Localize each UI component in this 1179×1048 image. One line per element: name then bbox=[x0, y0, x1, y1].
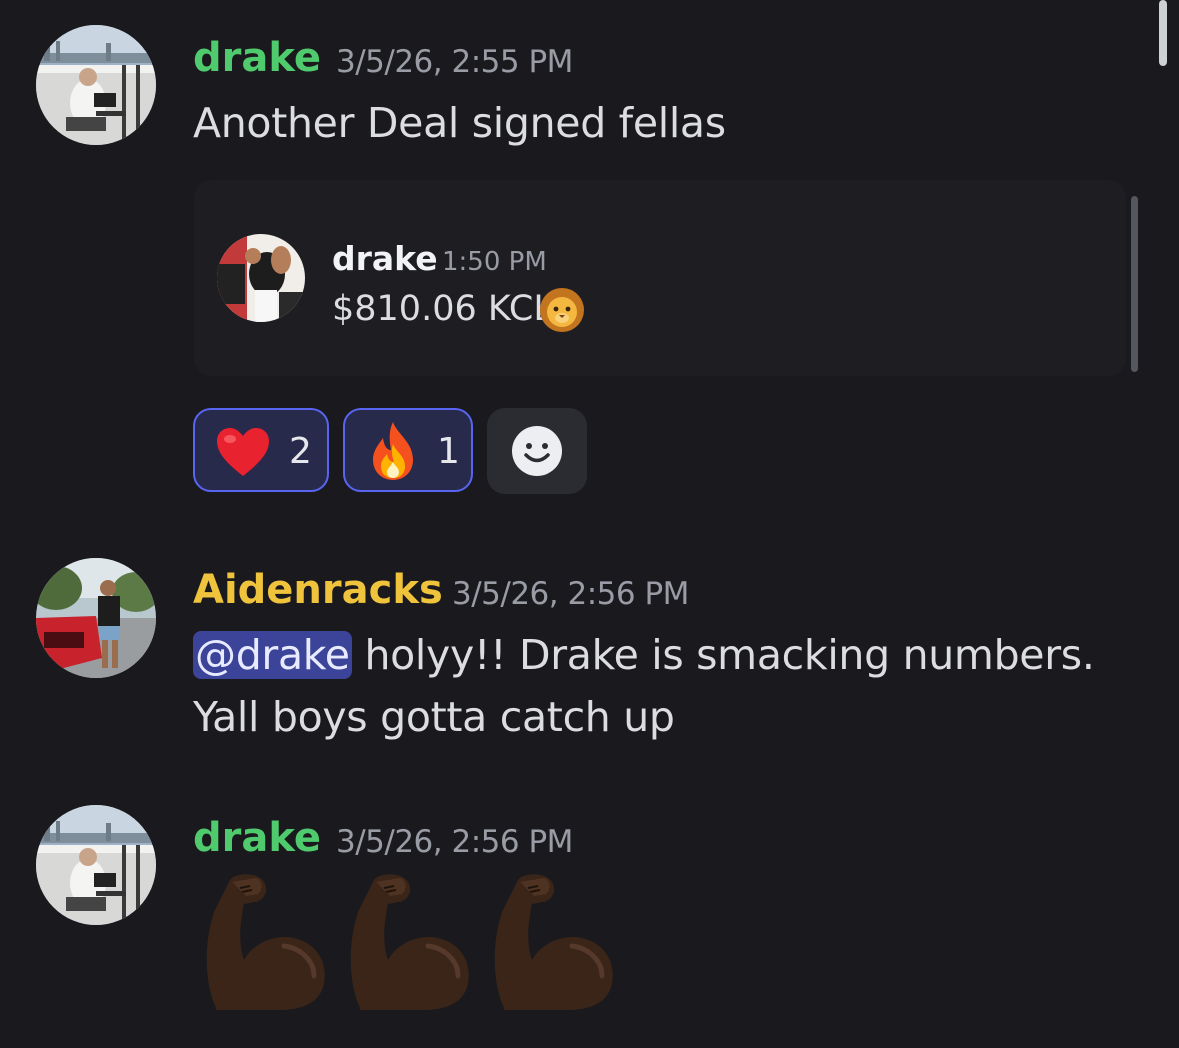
chat-message-list: drake 3/5/26, 2:55 PM Another Deal signe… bbox=[0, 0, 1179, 1048]
reaction-count: 1 bbox=[437, 431, 460, 472]
lion-face-icon bbox=[538, 286, 586, 334]
reaction-heart[interactable]: 2 bbox=[193, 408, 329, 492]
avatar-aidenracks[interactable] bbox=[36, 558, 156, 678]
flexed-biceps-icon bbox=[340, 872, 476, 1016]
embed-scrollbar bbox=[1131, 196, 1138, 372]
forwarded-time: 1:50 PM bbox=[442, 247, 547, 277]
username-text[interactable]: Aidenracks bbox=[193, 567, 443, 613]
message-text: Another Deal signed fellas bbox=[193, 99, 726, 147]
add-reaction-smiley-icon bbox=[512, 426, 562, 480]
flexed-biceps-icon bbox=[484, 872, 620, 1016]
message-timestamp: 3/5/26, 2:56 PM bbox=[452, 576, 689, 612]
message-username[interactable]: drake bbox=[193, 34, 321, 82]
fire-icon bbox=[367, 420, 419, 486]
add-reaction-button[interactable] bbox=[487, 408, 587, 494]
message-text: holyy!! Drake is smacking numbers. bbox=[351, 631, 1095, 679]
avatar-drake[interactable] bbox=[36, 25, 156, 145]
forwarded-text-value: $810.06 KCL bbox=[332, 289, 553, 329]
user-mention[interactable]: @drake bbox=[193, 631, 352, 679]
message-timestamp: 3/5/26, 2:56 PM bbox=[336, 824, 573, 860]
message-text-line1: @drake holyy!! Drake is smacking numbers… bbox=[193, 624, 1095, 686]
message-username[interactable]: Aidenracks bbox=[193, 566, 443, 614]
username-text[interactable]: drake bbox=[193, 815, 321, 861]
reaction-count: 2 bbox=[289, 431, 312, 472]
forwarded-username[interactable]: drake bbox=[332, 238, 438, 280]
red-heart-icon bbox=[215, 426, 271, 482]
message-text-line2: Yall boys gotta catch up bbox=[193, 693, 675, 741]
forwarded-text: $810.06 KCL bbox=[332, 285, 553, 333]
message-username[interactable]: drake bbox=[193, 814, 321, 862]
username-text[interactable]: drake bbox=[193, 35, 321, 81]
flexed-biceps-icon bbox=[196, 872, 332, 1016]
forwarded-avatar bbox=[217, 234, 305, 322]
avatar-drake[interactable] bbox=[36, 805, 156, 925]
scrollbar-thumb[interactable] bbox=[1159, 0, 1167, 66]
reaction-fire[interactable]: 1 bbox=[343, 408, 473, 492]
message-timestamp: 3/5/26, 2:55 PM bbox=[336, 44, 573, 80]
